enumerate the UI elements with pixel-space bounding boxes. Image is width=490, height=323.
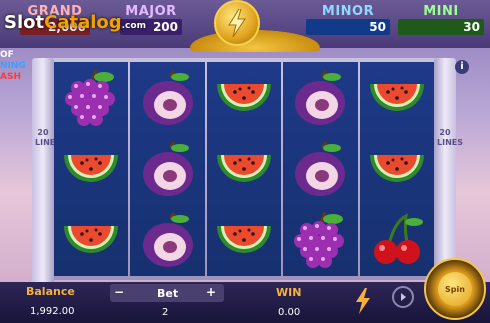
balance-value: 1,992.00 <box>30 306 75 317</box>
info-button[interactable]: i <box>455 60 469 74</box>
minor-jackpot-label: MINOR <box>321 4 375 19</box>
plum-icon <box>133 135 203 203</box>
spin-button[interactable]: Spin <box>424 258 486 320</box>
autoplay-icon[interactable] <box>392 286 414 308</box>
lines-label-right: 20 LINES <box>437 128 463 147</box>
bet-plus-button[interactable]: + <box>206 285 216 299</box>
plum-icon <box>133 64 203 132</box>
watermark-suffix: .com <box>121 21 146 31</box>
mini-jackpot: MINI 30 <box>398 4 484 44</box>
grapes-icon <box>285 206 355 274</box>
grapes-icon <box>56 64 126 132</box>
minor-jackpot-value: 50 <box>306 19 390 35</box>
left-pillar <box>32 58 54 286</box>
lightning-coin-icon <box>214 0 260 46</box>
reel-5 <box>359 62 434 276</box>
win-value: 0.00 <box>278 307 301 318</box>
reel-grid <box>54 62 434 276</box>
watermelon-icon <box>209 135 279 203</box>
logo-line3: ASH <box>0 72 21 82</box>
cherries-icon <box>362 206 432 274</box>
plum-icon <box>133 206 203 274</box>
slotcatalog-watermark: SlotCatalog.com <box>4 12 146 33</box>
right-pillar <box>434 58 456 286</box>
bet-label: Bet <box>157 287 179 300</box>
plum-icon <box>285 64 355 132</box>
logo-line1: OF <box>0 50 14 60</box>
win-label: WIN <box>276 286 302 299</box>
watermelon-icon <box>362 64 432 132</box>
watermelon-icon <box>56 206 126 274</box>
spin-label: Spin <box>438 272 472 306</box>
watermelon-icon <box>209 64 279 132</box>
logo-line2: NING <box>0 61 26 71</box>
watermelon-icon <box>209 206 279 274</box>
lines-label-left: 20 LINES <box>35 128 61 147</box>
watermark-slot: Slot <box>4 12 45 33</box>
mini-jackpot-value: 30 <box>398 19 484 35</box>
mini-jackpot-label: MINI <box>423 4 459 19</box>
bet-minus-button[interactable]: − <box>114 285 124 299</box>
balance-label: Balance <box>26 285 75 298</box>
reel-1 <box>54 62 129 276</box>
game-logo: OF NING ASH <box>0 50 32 83</box>
watermelon-icon <box>362 135 432 203</box>
reel-2 <box>130 62 205 276</box>
watermark-catalog: Catalog <box>44 12 122 33</box>
plum-icon <box>285 135 355 203</box>
turbo-icon[interactable] <box>354 288 372 318</box>
reel-3 <box>206 62 282 276</box>
watermelon-icon <box>56 135 126 203</box>
minor-jackpot: MINOR 50 <box>306 4 390 44</box>
bet-value: 2 <box>162 307 169 318</box>
reel-4 <box>283 62 358 276</box>
